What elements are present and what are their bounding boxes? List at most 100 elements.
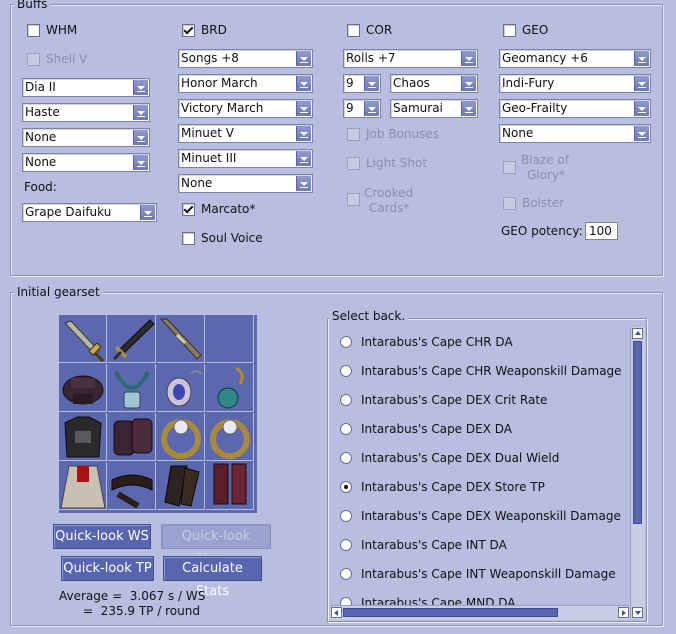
back-option-label: Intarabus's Cape CHR DA [361,335,513,349]
radio-dot [340,452,352,464]
back-list-vertical-scrollbar[interactable] [630,327,645,619]
horizontal-scroll-thumb[interactable] [343,608,558,617]
checkbox-box [347,193,360,206]
geo-select-3[interactable]: Geo-Frailty [499,99,651,118]
back-option[interactable]: Intarabus's Cape DEX Dual Wield [340,451,559,465]
brd-select-6[interactable]: None [178,174,313,193]
chevron-down-icon [296,101,311,116]
dagger-icon [112,319,155,361]
roll2-select[interactable]: Samurai [390,99,478,118]
select-value: 9 [346,101,354,115]
calculate-stats-button[interactable]: Calculate Stats [163,556,262,599]
back-option[interactable]: Intarabus's Cape INT DA [340,538,507,552]
rolls-select[interactable]: Rolls +7 [343,49,478,68]
scroll-down-arrow-icon[interactable] [632,607,643,618]
scroll-right-arrow-icon[interactable] [618,607,629,618]
chevron-down-icon [296,51,311,66]
back-option[interactable]: Intarabus's Cape DEX Weaponskill Damage [340,509,621,523]
gear-slot-legs[interactable] [157,462,205,510]
ring-icon [210,419,250,459]
brd-label: BRD [201,23,227,37]
brd-select-3[interactable]: Victory March [178,99,313,118]
roll1-select[interactable]: Chaos [390,74,478,93]
gear-slot-main[interactable] [59,315,107,363]
gear-slot-ring1[interactable] [157,413,205,461]
back-option[interactable]: Intarabus's Cape INT Weaponskill Damage [340,567,616,581]
gear-slot-feet[interactable] [206,462,254,510]
brd-select-5[interactable]: Minuet III [178,149,313,168]
geo-checkbox[interactable]: GEO [503,23,548,37]
select-value: None [502,126,534,140]
gear-slot-range[interactable] [157,315,205,363]
roll1-number-select[interactable]: 9 [343,74,381,93]
select-value: None [25,155,57,169]
gear-slot-ear2[interactable] [206,364,254,412]
gear-slot-head[interactable] [59,364,107,412]
gear-slot-neck[interactable] [108,364,156,412]
checkbox-box [347,127,360,141]
blaze-label-2: Glory* [527,168,566,182]
gear-slot-hands[interactable] [108,413,156,461]
chevron-down-icon [364,101,379,116]
gear-slot-sub[interactable] [108,315,156,363]
back-list-horizontal-scrollbar[interactable] [330,605,630,620]
soul-voice-checkbox[interactable]: Soul Voice [182,231,263,245]
back-option[interactable]: Intarabus's Cape DEX Crit Rate [340,393,547,407]
geo-potency-input[interactable]: 100 [585,222,618,240]
belt-icon [111,474,153,509]
quick-look-magic-button: Quick-look Magic [161,524,271,567]
gear-slot-ammo[interactable] [206,315,254,363]
select-value: Songs +8 [181,51,239,65]
brd-checkbox[interactable]: BRD [182,23,227,37]
chevron-down-icon [461,76,476,91]
brd-select-2[interactable]: Honor March [178,74,313,93]
back-option-label: Intarabus's Cape DEX Dual Wield [361,451,560,465]
radio-dot [340,365,352,377]
select-value: Samurai [393,101,443,115]
checkbox-box [27,23,40,37]
back-option-label: Intarabus's Cape CHR Weaponskill Damage [361,364,622,378]
chevron-down-icon [364,76,379,91]
gear-slot-waist[interactable] [108,462,156,510]
food-select[interactable]: Grape Daifuku [22,203,157,222]
checkbox-box [27,52,40,66]
checkbox-box [503,161,516,174]
brd-select-4[interactable]: Minuet V [178,124,313,143]
whm-select-2[interactable]: Haste [22,103,150,122]
whm-select-1[interactable]: Dia II [22,78,150,97]
back-option-label: Intarabus's Cape INT Weaponskill Damage [361,567,616,581]
back-option[interactable]: Intarabus's Cape CHR Weaponskill Damage [340,364,622,378]
whm-select-3[interactable]: None [22,128,150,147]
roll2-number-select[interactable]: 9 [343,99,381,118]
back-option-label: Intarabus's Cape DEX Store TP [361,480,545,494]
earring-icon [166,370,202,407]
quick-look-tp-button[interactable]: Quick-look TP [61,556,154,581]
geo-select-2[interactable]: Indi-Fury [499,74,651,93]
gear-slot-back[interactable] [59,462,107,510]
marcato-checkbox[interactable]: Marcato* [182,202,255,216]
scroll-left-arrow-icon[interactable] [331,607,342,618]
whm-checkbox[interactable]: WHM [27,23,77,37]
chevron-down-icon [634,126,649,141]
quick-look-ws-button[interactable]: Quick-look WS [53,524,151,549]
select-value: Dia II [25,80,56,94]
select-value: Geomancy +6 [502,51,588,65]
gear-slot-body[interactable] [59,413,107,461]
back-option[interactable]: Intarabus's Cape DEX DA [340,422,512,436]
whm-select-4[interactable]: None [22,153,150,172]
light-shot-label: Light Shot [366,156,428,170]
brd-select-1[interactable]: Songs +8 [178,49,313,68]
gloves-icon [113,418,153,456]
armor-icon [64,416,102,458]
select-value: Minuet V [181,126,235,140]
back-option-selected[interactable]: Intarabus's Cape DEX Store TP [340,480,545,494]
vertical-scroll-thumb[interactable] [633,341,642,524]
geo-select-4[interactable]: None [499,124,651,143]
scroll-up-arrow-icon[interactable] [632,328,643,339]
cor-checkbox[interactable]: COR [347,23,392,37]
gear-slot-ear1[interactable] [157,364,205,412]
radio-dot [340,510,352,522]
gear-slot-ring2[interactable] [206,413,254,461]
geo-select-1[interactable]: Geomancy +6 [499,49,651,68]
back-option[interactable]: Intarabus's Cape CHR DA [340,335,513,349]
